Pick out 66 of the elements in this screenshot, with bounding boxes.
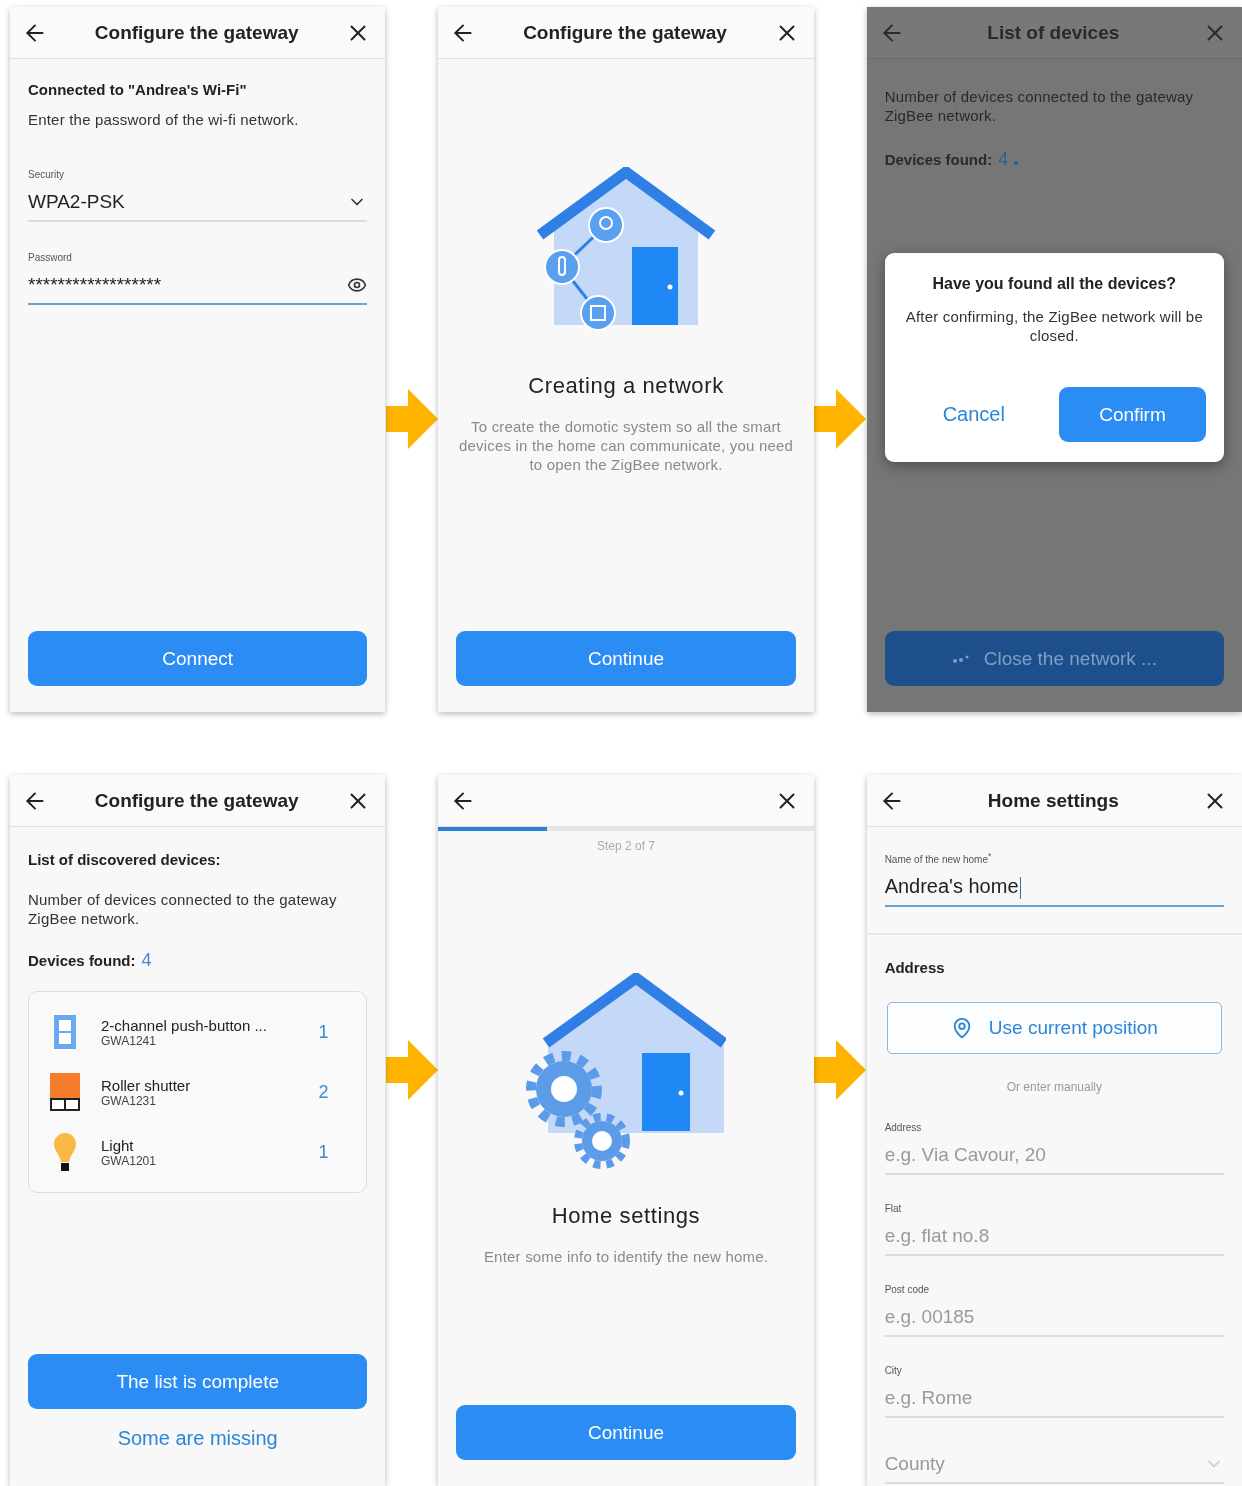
info-text: Enter some info to identify the new home.: [483, 1247, 769, 1266]
description-text: Number of devices connected to the gateway ZigBee network.: [884, 87, 1195, 125]
some-missing-link[interactable]: Some are missing: [117, 1427, 278, 1450]
password-field[interactable]: ******************: [28, 267, 368, 305]
arrow-right-icon: [814, 389, 867, 449]
field-label: Name of the new home$^{*}$: [884, 851, 993, 866]
text-field[interactable]: e.g. Rome: [884, 1380, 1224, 1419]
devices-found-label: Devices found:: [884, 151, 993, 168]
select-field[interactable]: WPA2-PSK: [28, 184, 368, 222]
dialog-text: After confirming, the ZigBee network will be closed.: [904, 307, 1204, 345]
switch-icon: [54, 1015, 76, 1049]
screen-title: List of devices: [986, 21, 1121, 44]
arrow-right-icon: [385, 1040, 438, 1100]
close-network-button[interactable]: Close the network ...: [884, 631, 1224, 686]
shutter-icon: [50, 1073, 80, 1111]
list-heading: List of discovered devices:: [28, 851, 222, 868]
field-label: Security: [28, 169, 66, 180]
screen-title: Configure the gateway: [522, 21, 728, 44]
devices-count: 4: [998, 149, 1009, 170]
dialog-title: Have you found all the devices?: [932, 275, 1177, 293]
device-name: 2-channel push-button ...: [101, 1016, 268, 1034]
section-heading: Address: [884, 959, 946, 977]
description-text: Number of devices connected to the gateway ZigBee network.: [28, 890, 338, 928]
field-label: Password: [28, 252, 73, 263]
screen-title: Configure the gateway: [93, 21, 300, 44]
cancel-button[interactable]: Cancel: [942, 403, 1005, 426]
field-label: Post code: [884, 1284, 931, 1296]
continue-button[interactable]: Continue: [456, 1405, 796, 1460]
info-title: Home settings: [551, 1203, 701, 1229]
connect-button[interactable]: Connect: [28, 631, 368, 686]
devices-found-label: Devices found:: [28, 952, 136, 969]
device-count: 2: [318, 1081, 329, 1103]
devices-count: 4: [141, 950, 152, 971]
device-code: GWA1231: [101, 1093, 157, 1108]
list-complete-button[interactable]: The list is complete: [28, 1354, 368, 1409]
use-position-button[interactable]: Use current position: [886, 1002, 1222, 1055]
confirm-button[interactable]: Confirm: [1059, 387, 1206, 442]
step-indicator: Step 2 of 7: [596, 839, 657, 853]
loading-icon: [1014, 161, 1019, 165]
eye-icon[interactable]: [347, 275, 368, 295]
connection-heading: Connected to "Andrea's Wi-Fi": [28, 81, 248, 98]
device-code: GWA1241: [101, 1033, 157, 1048]
text-field[interactable]: e.g. flat no.8: [884, 1218, 1224, 1257]
field-label: Flat: [884, 1203, 903, 1215]
text-field[interactable]: e.g. Via Cavour, 20: [884, 1137, 1224, 1176]
text-field[interactable]: e.g. 00185: [884, 1299, 1224, 1338]
device-count: 1: [318, 1141, 329, 1163]
device-count: 1: [318, 1021, 329, 1043]
text-field[interactable]: Andrea's home: [884, 869, 1224, 908]
info-title: Creating a network: [528, 373, 724, 399]
arrow-right-icon: [814, 1040, 867, 1100]
field-label: Address: [884, 1122, 923, 1134]
continue-button[interactable]: Continue: [456, 631, 796, 686]
screen-title: Home settings: [986, 789, 1120, 812]
bulb-icon: [54, 1133, 76, 1171]
device-name: Roller shutter: [101, 1076, 192, 1094]
device-name: Light: [101, 1136, 135, 1154]
instruction-text: Enter the password of the wi-fi network.: [28, 110, 300, 129]
manual-entry-hint: Or enter manually: [1005, 1080, 1103, 1095]
select-field[interactable]: County: [884, 1446, 1224, 1485]
field-label: City: [884, 1365, 903, 1377]
spinner-icon: [951, 654, 970, 663]
arrow-right-icon: [385, 389, 438, 449]
screen-title: Configure the gateway: [93, 789, 300, 812]
device-code: GWA1201: [101, 1153, 157, 1168]
info-text: To create the domotic system so all the smart devices in the home can communicate, you need to open the ZigBee network.: [457, 417, 795, 474]
